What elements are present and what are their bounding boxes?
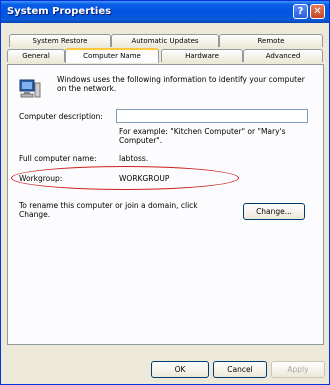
tab-system-restore[interactable]: System Restore [9, 34, 111, 47]
close-button[interactable]: ✕ [310, 4, 325, 19]
computer-description-label: Computer description: [19, 112, 103, 121]
tab-advanced[interactable]: Advanced [243, 49, 323, 62]
computer-icon [19, 79, 41, 99]
tab-remote[interactable]: Remote [219, 34, 323, 47]
change-button[interactable]: Change... [243, 203, 305, 220]
full-computer-name-value: labtoss. [119, 154, 149, 163]
ok-button[interactable]: OK [151, 361, 209, 378]
help-button[interactable]: ? [293, 4, 308, 19]
tab-computer-name[interactable]: Computer Name [65, 48, 159, 63]
full-computer-name-label: Full computer name: [19, 154, 97, 163]
intro-text: Windows uses the following information t… [57, 75, 305, 93]
tab-general[interactable]: General [7, 49, 65, 62]
system-properties-window: System Properties ? ✕ System Restore Aut… [0, 0, 330, 385]
example-text: For example: "Kitchen Computer" or "Mary… [119, 127, 286, 145]
tab-automatic-updates[interactable]: Automatic Updates [111, 34, 219, 47]
tab-hardware[interactable]: Hardware [161, 49, 243, 62]
title-bar[interactable]: System Properties ? ✕ [1, 1, 329, 23]
workgroup-highlight-ellipse [11, 166, 239, 190]
help-icon: ? [297, 6, 304, 17]
close-icon: ✕ [313, 6, 322, 17]
rename-instructions: To rename this computer or join a domain… [19, 201, 198, 219]
cancel-button[interactable]: Cancel [213, 361, 267, 378]
computer-description-input[interactable] [116, 109, 308, 123]
window-title: System Properties [7, 6, 112, 17]
apply-button[interactable]: Apply [271, 361, 325, 378]
